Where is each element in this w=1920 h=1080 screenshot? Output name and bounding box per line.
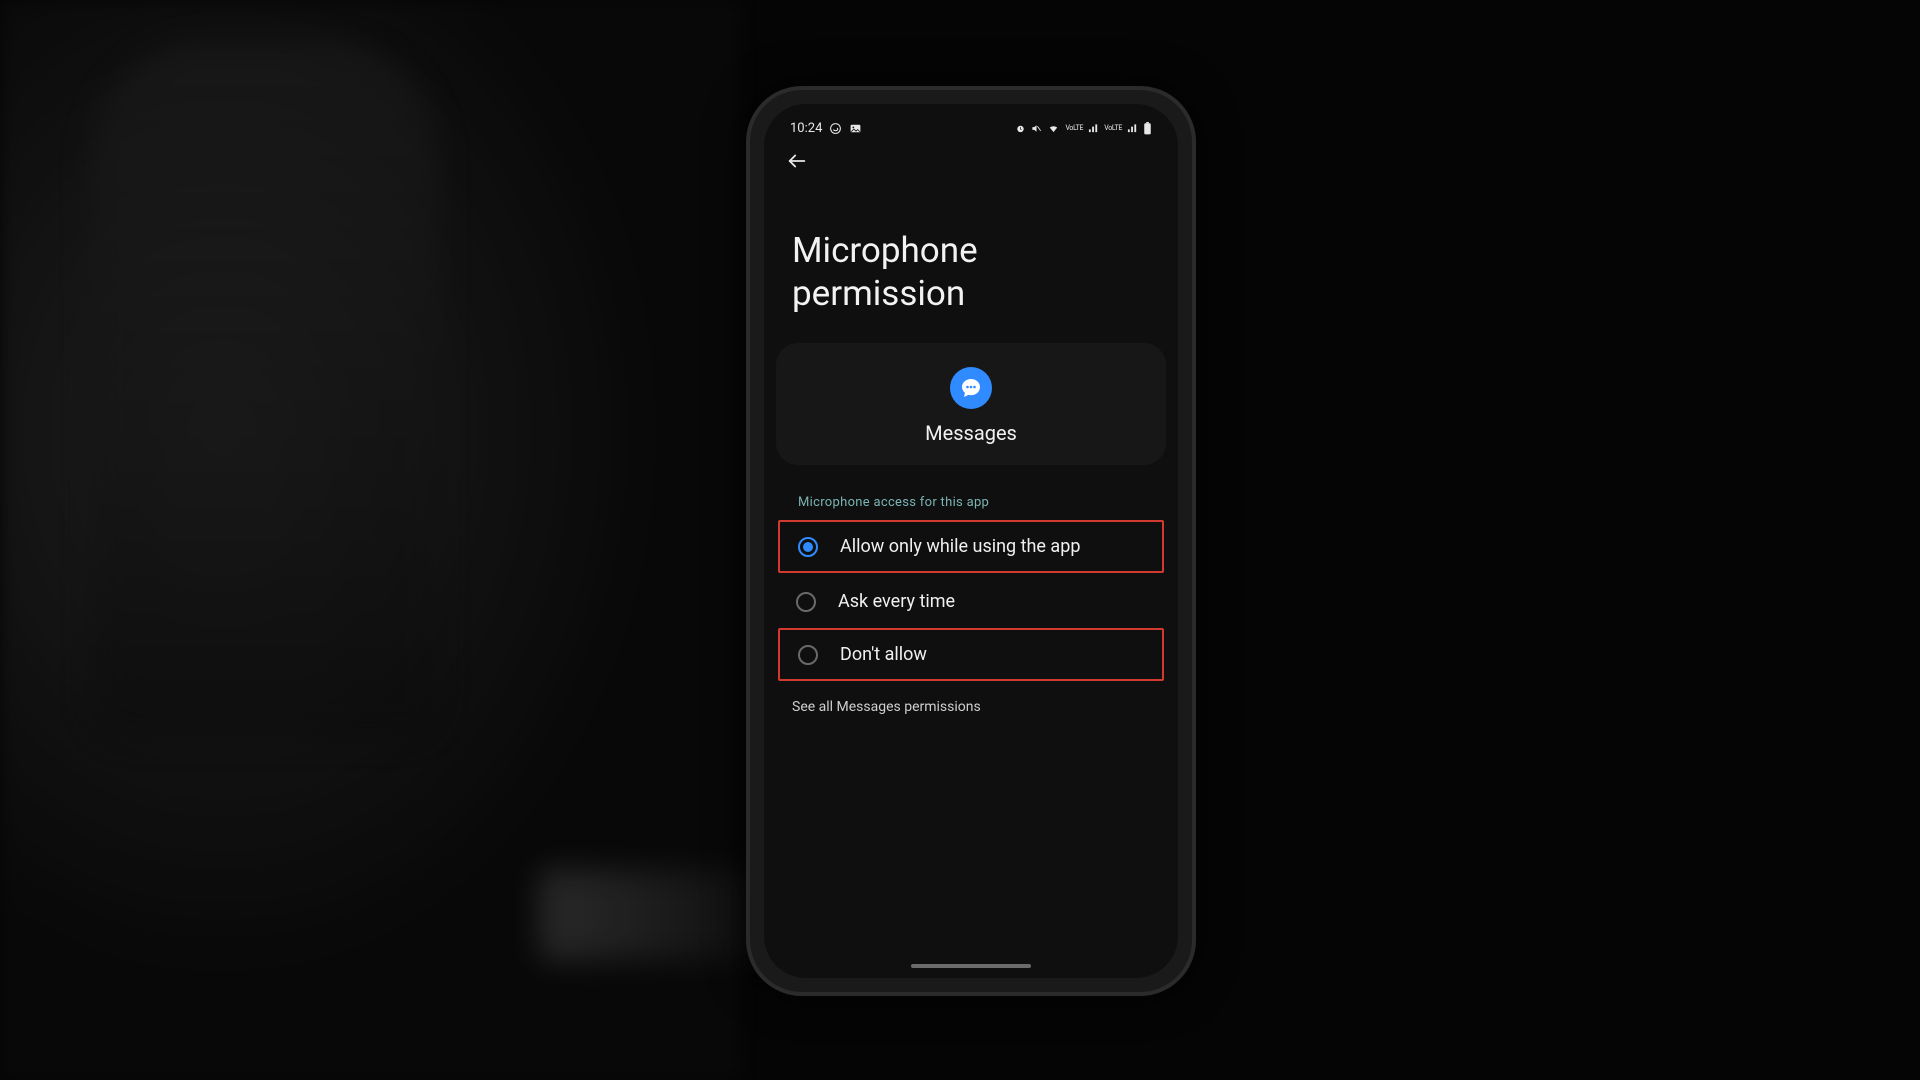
- title-line-2: permission: [792, 273, 1150, 316]
- signal-2-icon: [1127, 123, 1138, 134]
- battery-icon: [1143, 122, 1152, 135]
- radio-icon: [798, 537, 818, 557]
- status-bar: 10:24: [764, 104, 1178, 140]
- mute-icon: [1031, 123, 1042, 134]
- option-ask-every-time[interactable]: Ask every time: [764, 575, 1178, 628]
- signal-1-icon: [1088, 123, 1099, 134]
- radio-icon: [798, 645, 818, 665]
- volte-1-icon: VoLTE: [1065, 125, 1083, 132]
- volte-2-icon: VoLTE: [1104, 125, 1122, 132]
- status-time: 10:24: [790, 121, 822, 136]
- home-indicator[interactable]: [911, 964, 1031, 968]
- option-dont-allow[interactable]: Don't allow: [778, 628, 1164, 681]
- phone-screen: 10:24: [764, 104, 1178, 978]
- section-label: Microphone access for this app: [764, 483, 1178, 520]
- background-microphone-silhouette: [90, 40, 440, 740]
- option-label: Allow only while using the app: [840, 536, 1080, 557]
- option-label: Ask every time: [838, 591, 955, 612]
- status-right: VoLTE VoLTE: [1015, 122, 1152, 135]
- option-label: Don't allow: [840, 644, 927, 665]
- radio-icon: [796, 592, 816, 612]
- see-all-permissions-link[interactable]: See all Messages permissions: [764, 681, 1178, 733]
- app-card: Messages: [776, 343, 1166, 465]
- back-button[interactable]: [786, 150, 808, 172]
- page-title: Microphone permission: [764, 182, 1178, 339]
- alarm-icon: [1015, 123, 1026, 134]
- phone-frame: 10:24: [746, 86, 1196, 996]
- nav-bar: [764, 140, 1178, 182]
- title-line-1: Microphone: [792, 230, 1150, 273]
- status-left: 10:24: [790, 121, 862, 136]
- app-name: Messages: [925, 421, 1017, 445]
- option-allow-while-using[interactable]: Allow only while using the app: [778, 520, 1164, 573]
- image-icon: [849, 122, 862, 135]
- wifi-icon: [1047, 123, 1060, 134]
- messages-app-icon: [950, 367, 992, 409]
- whatsapp-icon: [829, 122, 842, 135]
